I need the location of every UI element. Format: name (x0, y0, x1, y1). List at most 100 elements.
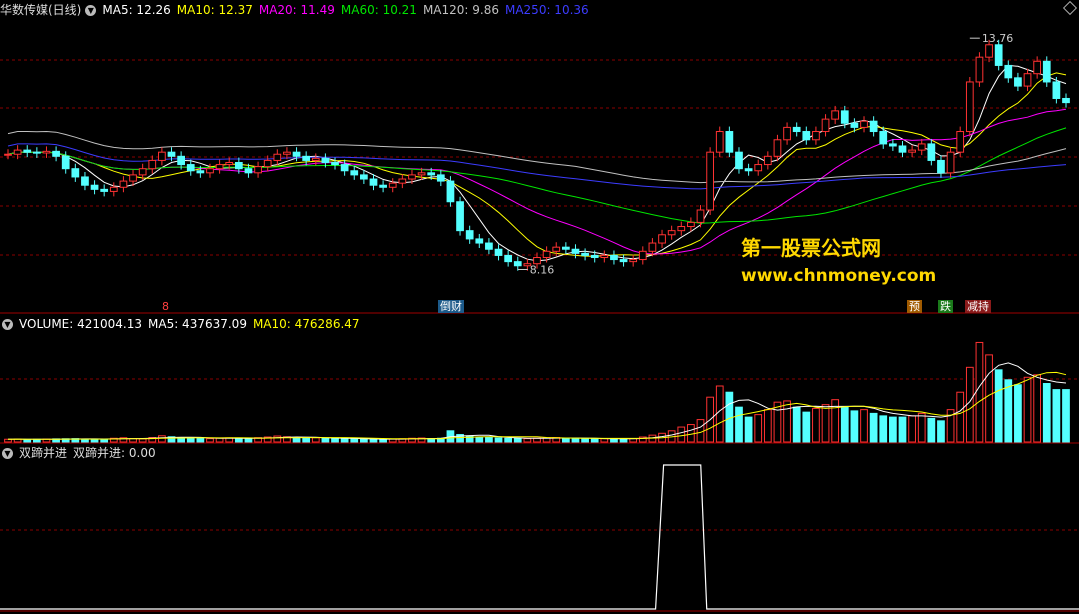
watermark-url: www.chnmoney.com (741, 266, 937, 286)
volume-bar (533, 437, 541, 443)
candle-body (504, 254, 513, 263)
candle-body (52, 150, 60, 157)
candle-body (956, 131, 965, 153)
candle-body (331, 162, 339, 166)
candle-body (821, 118, 830, 133)
volume-bar (523, 438, 532, 443)
candle-body (619, 259, 628, 263)
candle-body (417, 172, 426, 176)
low-marker-label: 8.16 (530, 263, 555, 276)
volume-bar (273, 435, 282, 443)
candle-body (965, 81, 974, 133)
volume-bar (927, 417, 936, 443)
candle-body (889, 143, 897, 147)
candle-body (869, 120, 878, 133)
candle-body (687, 221, 695, 228)
candle-body (244, 168, 253, 174)
candle-body (735, 151, 743, 170)
candle-body (898, 145, 907, 153)
volume-bar (186, 437, 195, 443)
volume-bar (292, 437, 301, 443)
volume-bar (975, 341, 984, 443)
event-marker-forecast[interactable]: 预 (907, 300, 922, 313)
candle-body (1033, 60, 1042, 75)
candle-body (369, 178, 378, 186)
volume-bar (494, 437, 503, 443)
candle-body (475, 238, 484, 244)
volume-bar (985, 354, 993, 443)
settings-dot-icon[interactable]: ▼ (2, 319, 13, 330)
volume-bar (744, 416, 753, 443)
candle-body (831, 110, 840, 120)
volume-bar (850, 410, 859, 443)
volume-bar (600, 438, 609, 443)
ma20-line (7, 108, 1067, 255)
candle-body (1042, 60, 1051, 83)
candle-body (292, 151, 301, 157)
candle-body (436, 174, 445, 182)
settings-dot-icon[interactable]: ▼ (85, 5, 97, 16)
candle-body (90, 184, 99, 190)
volume-bar (792, 406, 801, 443)
candle-body (677, 226, 686, 232)
candle-body (311, 157, 320, 161)
volume-bar (369, 438, 378, 443)
volume-bar (908, 415, 916, 443)
indicator-line (0, 464, 1079, 610)
event-marker-mid[interactable]: 倒财 (438, 300, 464, 313)
candle-body (908, 149, 916, 153)
volume-bar (821, 404, 830, 443)
stock-name[interactable]: 华数传媒(日线) (0, 3, 81, 17)
candle-body (513, 261, 522, 267)
volume-bar (1033, 374, 1042, 443)
watermark-title: 第一股票公式网 (741, 236, 881, 260)
volume-bar (1042, 383, 1051, 443)
candle-body (215, 164, 224, 170)
candle-body (581, 252, 589, 256)
candle-body (648, 242, 657, 252)
volume-bar (840, 406, 849, 443)
candle-body (23, 149, 32, 153)
candle-body (119, 180, 128, 188)
volume-bar (754, 414, 763, 443)
candle-body (850, 122, 859, 128)
candle-body (148, 159, 157, 170)
candle-body (167, 151, 176, 157)
event-marker-left[interactable]: 8 (160, 300, 171, 313)
candle-body (927, 143, 936, 161)
candle-body (398, 178, 407, 184)
candle-body (763, 155, 772, 166)
candle-body (552, 246, 561, 252)
ma250-line (7, 143, 1067, 190)
candle-body (177, 155, 185, 166)
ma5-label: MA5: 12.26 (102, 3, 171, 17)
ma120-label: MA120: 9.86 (422, 3, 499, 17)
candle-body (186, 164, 195, 172)
volume-bar (350, 438, 359, 443)
candle-body (1023, 73, 1032, 87)
candle-body (283, 151, 291, 155)
volume-bar (138, 438, 147, 443)
candle-body (100, 188, 109, 192)
volume-bar (590, 438, 599, 443)
ma250-label: MA250: 10.36 (504, 3, 589, 17)
volume-bar (379, 438, 387, 443)
settings-dot-icon[interactable]: ▼ (2, 448, 13, 459)
volume-bar (735, 406, 743, 443)
candle-body (744, 168, 753, 172)
volume-bar (802, 411, 811, 443)
candle-body (465, 230, 474, 240)
volume-bar (783, 400, 791, 443)
volume-ma5-line (7, 362, 1067, 440)
candle-body (802, 131, 811, 141)
event-marker-drop[interactable]: 跌 (938, 300, 953, 313)
candle-body (4, 153, 12, 156)
ma60-label: MA60: 10.21 (340, 3, 417, 17)
candle-body (542, 250, 551, 259)
event-marker-reduce[interactable]: 减持 (965, 300, 991, 313)
candle-body (1014, 77, 1022, 87)
candle-body (638, 250, 647, 261)
volume-bar (331, 437, 339, 443)
candle-body (792, 126, 801, 133)
candle-body (138, 168, 147, 176)
